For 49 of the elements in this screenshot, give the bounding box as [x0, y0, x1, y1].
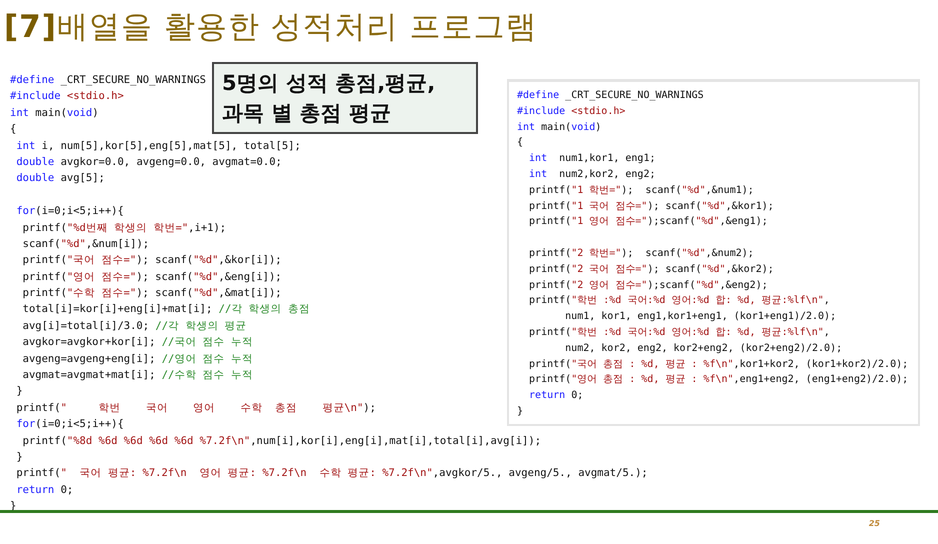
code-line: int main(void): [517, 120, 602, 135]
code-line: num1, kor1, eng1,kor1+eng1, (kor1+eng1)/2.0);: [564, 310, 836, 324]
code-line: total[i]=kor[i]+eng[i]+mat[i]; //각 학생의 총점: [22, 302, 310, 318]
code-line: int i, num[5],kor[5],eng[5],mat[5], total[5];: [15, 138, 301, 154]
code-line: scanf("%d",&num[i]);: [22, 236, 150, 252]
code-line: printf("%d번째 학생의 학번=",i+1);: [22, 220, 226, 236]
code-line: printf("영어 총점 : %d, 평균 : %f\n",eng1+eng2, (eng1+eng2)/2.0);: [528, 373, 908, 388]
code-line: printf("영어 점수="); scanf("%d",&eng[i]);: [22, 270, 282, 285]
code-line: #include <stdio.h>: [10, 89, 124, 104]
code-line: printf("2 영어 점수=");scanf("%d",&eng2);: [528, 278, 768, 293]
code-line: for(i=0;i<5;i++){: [15, 204, 124, 220]
slide-title: [7]배열을 활용한 성적처리 프로그램: [3, 8, 538, 47]
code-line: int num2,kor2, eng2;: [528, 168, 656, 182]
code-line: double avg[5];: [15, 171, 105, 186]
code-line: return 0;: [15, 482, 74, 498]
code-line: #define _CRT_SECURE_NO_WARNINGS: [517, 89, 704, 103]
code-line: }: [15, 384, 23, 400]
code-line: #define _CRT_SECURE_NO_WARNINGS: [10, 73, 206, 88]
code-line: printf("1 국어 점수="); scanf("%d",&kor1);: [528, 200, 774, 214]
code-line: printf("수학 점수="); scanf("%d",&mat[i]);: [22, 286, 282, 302]
code-line: printf(" 학번 국어 영어 수학 총점 평균\n");: [15, 400, 376, 416]
code-line: avgkor=avgkor+kor[i]; //국어 점수 누적: [22, 335, 254, 350]
page-number: 25: [868, 519, 880, 528]
code-line: int main(void): [10, 106, 99, 121]
code-line: }: [517, 404, 524, 419]
code-line: }: [15, 450, 23, 465]
code-line: avgeng=avgeng+eng[i]; //영어 점수 누적: [22, 352, 254, 367]
code-line: avgmat=avgmat+mat[i]; //수학 점수 누적: [22, 368, 254, 384]
code-line: printf("1 학번="); scanf("%d",&num1);: [528, 184, 754, 198]
code-line: for(i=0;i<5;i++){: [15, 417, 124, 432]
code-line: {: [517, 136, 524, 150]
code-line: return 0;: [528, 389, 584, 404]
callout-text: 5명의 성적 총점,평균,: [222, 70, 436, 97]
code-line: int num1,kor1, eng1;: [528, 152, 656, 166]
code-line: printf("국어 총점 : %d, 평균 : %f\n",kor1+kor2, (kor1+kor2)/2.0);: [528, 358, 908, 372]
code-line: printf("국어 점수="); scanf("%d",&kor[i]);: [22, 253, 282, 268]
code-line: avg[i]=total[i]/3.0; //각 학생의 평균: [22, 318, 247, 334]
code-line: #include <stdio.h>: [517, 104, 626, 119]
code-line: printf("%8d %6d %6d %6d %6d %7.2f\n",num[i],kor[i],eng[i],mat[i],total[i],avg[i]);: [22, 434, 542, 449]
code-line: printf(" 국어 평균: %7.2f\n 영어 평균: %7.2f\n 수학 평균: %7.2f\n",avgkor/5., avgeng/5., avgmat/5.);: [15, 466, 648, 482]
code-line: {: [10, 122, 16, 138]
code-line: printf("학번 :%d 국어:%d 영어:%d 합: %d, 평균:%lf\n",: [528, 326, 830, 340]
code-line: printf("2 국어 점수="); scanf("%d",&kor2);: [528, 262, 774, 277]
code-line: double avgkor=0.0, avgeng=0.0, avgmat=0.0;: [15, 154, 282, 170]
code-line: printf("학번 :%d 국어:%d 영어:%d 합: %d, 평균:%lf\n",: [528, 294, 830, 308]
code-line: printf("1 영어 점수=");scanf("%d",&eng1);: [528, 215, 768, 230]
code-line: num2, kor2, eng2, kor2+eng2, (kor2+eng2)/2.0);: [564, 342, 842, 356]
code-line: printf("2 학번="); scanf("%d",&num2);: [528, 246, 754, 261]
callout-text: 과목 별 총점 평균: [222, 100, 392, 127]
